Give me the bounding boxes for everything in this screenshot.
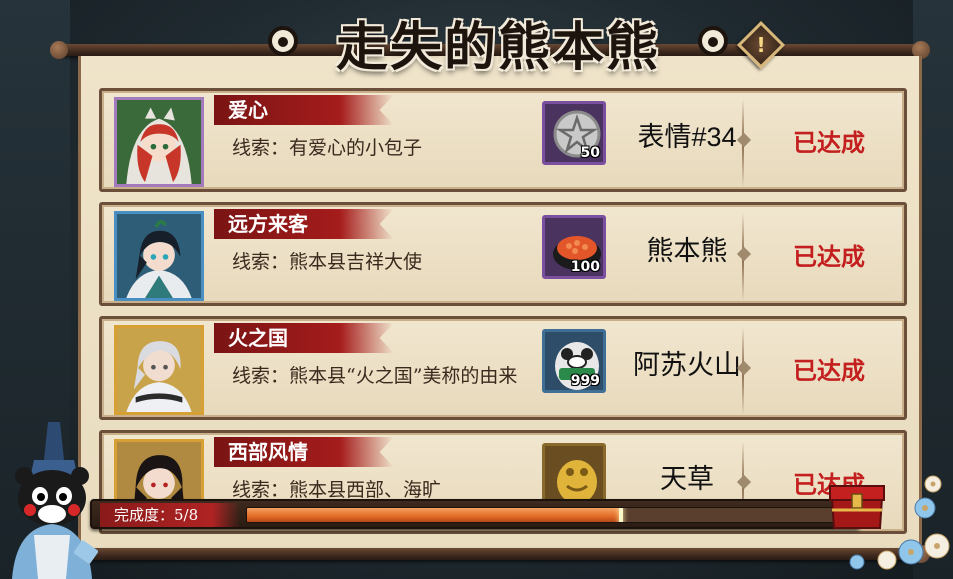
reward-name: 阿苏火山: [633, 350, 741, 380]
paw-icon: [698, 26, 728, 56]
quest-row[interactable]: 火之国 线索：熊本县“火之国”美称的由来 999 阿苏火山 已达成: [99, 316, 907, 420]
page-title: 走失的熊本熊: [335, 16, 660, 78]
white-hair-man-portrait: [117, 328, 201, 412]
character-portrait: [114, 211, 204, 301]
progress-track: [246, 507, 846, 523]
reward-quantity: 999: [570, 373, 600, 389]
quest-row[interactable]: 远方来客 线索：熊本县吉祥大使 100 熊本熊 已达成: [99, 202, 907, 306]
completion-progress: 完成度：5/8: [90, 499, 860, 529]
reward-name: 熊本熊: [646, 236, 728, 266]
kumamon-mascot: [12, 422, 98, 579]
reward-chest-icon[interactable]: [826, 476, 888, 532]
quest-name: 远方来客: [214, 209, 394, 239]
quest-name: 西部风情: [214, 437, 394, 467]
status-achieved: 已达成: [793, 356, 865, 385]
reward-quantity: 100: [570, 259, 600, 275]
reward-item[interactable]: 100: [542, 215, 606, 279]
reward-item[interactable]: 999: [542, 329, 606, 393]
quest-name: 火之国: [214, 323, 394, 353]
quest-row[interactable]: 爱心 线索：有爱心的小包子 50 表情#34 已达成: [99, 88, 907, 192]
progress-label: 完成度：5/8: [100, 503, 240, 527]
quest-scroll-panel: 爱心 线索：有爱心的小包子 50 表情#34 已达成 远方来客 线索：熊本县吉祥…: [78, 56, 922, 550]
info-diamond-icon: !: [756, 33, 766, 57]
title-banner: 走失的熊本熊: [268, 6, 728, 78]
progress-fill: [247, 508, 621, 522]
character-portrait: [114, 97, 204, 187]
progress-tip: [618, 508, 623, 522]
gold-daruma-icon: [545, 446, 603, 504]
reward-item[interactable]: 50: [542, 101, 606, 165]
status-achieved: 已达成: [793, 128, 865, 157]
reward-quantity: 50: [580, 145, 600, 161]
status-achieved: 已达成: [793, 242, 865, 271]
dark-hair-boy-portrait: [117, 214, 201, 298]
paw-icon: [268, 26, 298, 56]
scroll-rod-bottom: [50, 545, 930, 563]
quest-clue: 线索：熊本县吉祥大使: [232, 251, 423, 273]
reward-item[interactable]: [542, 443, 606, 507]
quest-clue: 线索：熊本县“火之国”美称的由来: [232, 365, 518, 387]
quest-name: 爱心: [214, 95, 394, 125]
reward-name: 天草: [660, 464, 714, 494]
red-hair-girl-portrait: [117, 100, 201, 184]
character-portrait: [114, 325, 204, 415]
quest-clue: 线索：有爱心的小包子: [232, 137, 423, 159]
reward-name: 表情#34: [637, 122, 737, 152]
